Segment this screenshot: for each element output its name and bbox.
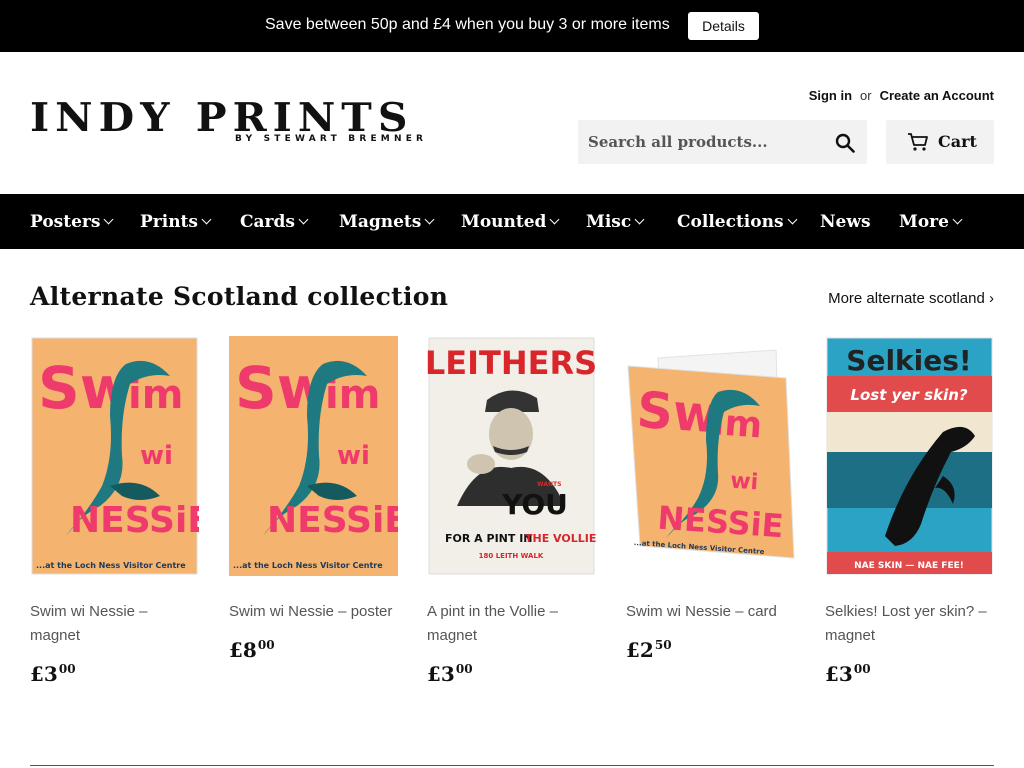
nav-collections[interactable]: Collections — [677, 212, 797, 232]
nav-label: More — [899, 212, 949, 232]
product-image-selkies-magnet[interactable]: Selkies! Lost yer skin? NAE SKIN — NAE F… — [825, 336, 994, 576]
product-price: £300 — [427, 662, 473, 686]
nav-label: News — [820, 212, 871, 232]
search-input[interactable] — [578, 120, 818, 164]
product-price: £300 — [825, 662, 871, 686]
chevron-down-icon — [634, 214, 645, 225]
nav-news[interactable]: News — [820, 212, 871, 232]
svg-text:180 LEITH WALK: 180 LEITH WALK — [479, 552, 544, 560]
or-text: or — [860, 88, 872, 103]
chevron-down-icon — [787, 214, 797, 225]
nav-label: Cards — [240, 212, 295, 232]
product-image-nessie-poster[interactable]: Sw im wi NESSiE ...at the Loch Ness Visi… — [229, 336, 398, 576]
nav-more[interactable]: More — [899, 212, 963, 232]
chevron-down-icon — [549, 214, 560, 225]
account-links: Sign in or Create an Account — [809, 88, 994, 103]
product-name[interactable]: Swim wi Nessie – poster — [229, 600, 394, 624]
nav-prints[interactable]: Prints — [140, 212, 212, 232]
cart-icon — [908, 133, 928, 151]
svg-text:wi: wi — [140, 441, 173, 471]
logo-title: INDY PRINTS — [30, 95, 414, 141]
nav-cards[interactable]: Cards — [240, 212, 309, 232]
svg-text:...at the Loch Ness Visitor Ce: ...at the Loch Ness Visitor Centre — [36, 561, 186, 570]
nav-misc[interactable]: Misc — [586, 212, 645, 232]
more-collection-link[interactable]: More alternate scotland › — [828, 290, 994, 307]
product-name[interactable]: Swim wi Nessie – card — [626, 600, 791, 624]
nav-label: Collections — [677, 212, 784, 232]
chevron-down-icon — [424, 214, 435, 225]
svg-text:LEITHERS: LEITHERS — [427, 344, 596, 382]
chevron-down-icon — [103, 214, 114, 225]
svg-text:NESSiE: NESSiE — [267, 500, 398, 541]
create-account-link[interactable]: Create an Account — [880, 88, 994, 103]
product-name[interactable]: Swim wi Nessie – magnet — [30, 600, 195, 648]
main-nav: Posters Prints Cards Magnets Mounted Mis… — [0, 194, 1024, 249]
product-image-leithers-magnet[interactable]: LEITHERS WANTS YOU FOR A PINT IN THE VOL… — [427, 336, 596, 576]
product-name[interactable]: Selkies! Lost yer skin? – magnet — [825, 600, 990, 648]
svg-text:FOR A PINT IN: FOR A PINT IN — [445, 532, 533, 545]
product-price: £800 — [229, 638, 275, 662]
product-image-nessie-card[interactable]: Sw im wi NESSiE ...at the Loch Ness Visi… — [626, 336, 795, 576]
svg-text:NAE SKIN — NAE FEE!: NAE SKIN — NAE FEE! — [854, 561, 964, 571]
chevron-down-icon — [201, 214, 212, 225]
svg-text:...at the Loch Ness Visitor Ce: ...at the Loch Ness Visitor Centre — [233, 561, 383, 570]
nav-mounted[interactable]: Mounted — [461, 212, 560, 232]
svg-text:THE VOLLIE!: THE VOLLIE! — [525, 532, 596, 545]
collection-title: Alternate Scotland collection — [30, 282, 449, 311]
chevron-down-icon — [952, 214, 963, 225]
nav-label: Mounted — [461, 212, 547, 232]
svg-text:wi: wi — [337, 441, 370, 471]
nav-label: Prints — [140, 212, 198, 232]
chevron-down-icon — [298, 214, 309, 225]
svg-text:Selkies!: Selkies! — [846, 344, 971, 377]
svg-text:Lost yer skin?: Lost yer skin? — [850, 386, 967, 404]
nav-magnets[interactable]: Magnets — [339, 212, 435, 232]
nav-label: Magnets — [339, 212, 422, 232]
details-button[interactable]: Details — [688, 12, 759, 40]
cart-label: Cart — [938, 132, 977, 151]
svg-text:wi: wi — [729, 469, 759, 496]
svg-text:NESSiE: NESSiE — [70, 500, 199, 541]
product-image-nessie-magnet[interactable]: Sw im wi NESSiE ...at the Loch Ness Visi… — [30, 336, 199, 576]
cart-button[interactable]: Cart — [886, 120, 994, 164]
nav-label: Posters — [30, 212, 101, 232]
product-name[interactable]: A pint in the Vollie – magnet — [427, 600, 592, 648]
announcement-text: Save between 50p and £4 when you buy 3 o… — [265, 16, 670, 33]
svg-text:YOU: YOU — [501, 488, 568, 521]
product-price: £250 — [626, 638, 672, 662]
sign-in-link[interactable]: Sign in — [809, 88, 852, 103]
site-logo[interactable]: INDY PRINTS BY STEWART BREMNER — [30, 97, 513, 149]
announcement-bar: Save between 50p and £4 when you buy 3 o… — [0, 0, 1024, 52]
logo-subtitle: BY STEWART BREMNER — [235, 134, 428, 144]
nav-posters[interactable]: Posters — [30, 212, 114, 232]
nav-label: Misc — [586, 212, 632, 232]
divider — [30, 765, 994, 766]
search-icon[interactable] — [835, 133, 855, 153]
search-form — [578, 120, 867, 164]
svg-text:WANTS: WANTS — [537, 481, 561, 488]
product-price: £300 — [30, 662, 76, 686]
